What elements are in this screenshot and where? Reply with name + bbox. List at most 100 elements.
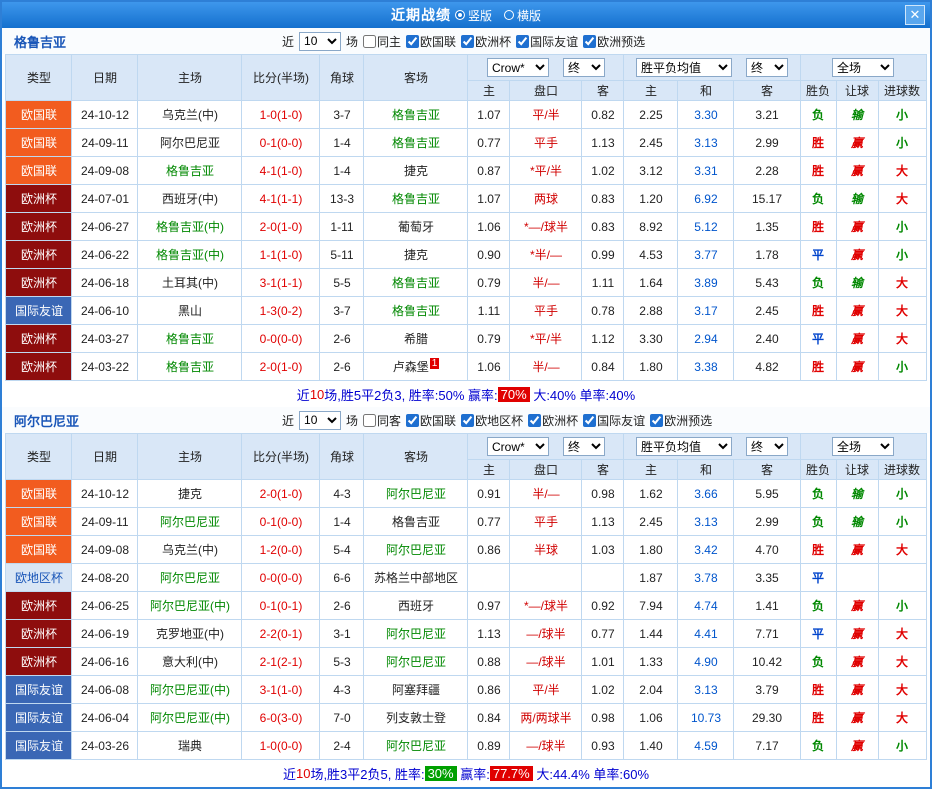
checkbox-input[interactable] [461,414,474,427]
euro-home-odds: 2.45 [624,508,678,536]
handicap-result: 输 [836,185,878,213]
match-date: 24-06-19 [72,620,138,648]
checkbox-input[interactable] [583,35,596,48]
subcol-win-loss: 胜负 [800,460,836,480]
league-type: 欧洲杯 [6,185,72,213]
match-count-select[interactable]: 10 [299,32,341,51]
euro-company-select[interactable]: 胜平负均值 [636,58,732,77]
filter-checkbox[interactable]: 同客 [363,412,401,429]
home-team: 捷克 [138,480,242,508]
match-date: 24-06-10 [72,297,138,325]
goals-over-under: 小 [878,101,926,129]
filter-checkbox[interactable]: 国际友谊 [583,412,645,429]
scope-select[interactable]: 全场 [832,58,894,77]
euro-home-odds: 2.45 [624,129,678,157]
league-type: 国际友谊 [6,297,72,325]
euro-home-odds: 2.88 [624,297,678,325]
win-loss-result: 胜 [800,213,836,241]
corner-score: 7-0 [320,704,364,732]
filter-checkbox[interactable]: 欧地区杯 [461,412,523,429]
checkbox-input[interactable] [583,414,596,427]
layout-vertical-label: 竖版 [468,7,492,24]
summary-segment: 场,胜5平2负3, 胜率:50% 赢率: [324,385,497,404]
checkbox-input[interactable] [363,414,376,427]
goals-over-under: 小 [878,353,926,381]
home-team: 阿尔巴尼亚(中) [138,676,242,704]
home-team: 乌克兰(中) [138,536,242,564]
filter-checkbox[interactable]: 欧洲杯 [528,412,578,429]
match-date: 24-10-12 [72,101,138,129]
euro-away-odds: 5.43 [734,269,800,297]
handicap-result: 赢 [836,129,878,157]
filter-checkbox[interactable]: 欧国联 [406,33,456,50]
asian-company-select[interactable]: Crow* [487,58,549,77]
near-label: 近 [282,33,294,50]
euro-away-odds: 1.41 [734,592,800,620]
checkbox-input[interactable] [516,35,529,48]
filter-checkbox[interactable]: 同主 [363,33,401,50]
asian-handicap: 平手 [510,297,582,325]
asian-handicap [510,564,582,592]
corner-score: 5-4 [320,536,364,564]
checkbox-input[interactable] [363,35,376,48]
euro-draw-odds: 3.13 [678,676,734,704]
asian-final-select[interactable]: 终 [563,437,605,456]
asian-away-odds: 0.93 [582,732,624,760]
filter-checkbox[interactable]: 国际友谊 [516,33,578,50]
home-team: 格鲁吉亚 [138,325,242,353]
team-section-0: 格鲁吉亚近10场同主欧国联欧洲杯国际友谊欧洲预选类型日期主场比分(半场)角球客场… [2,28,930,407]
euro-final-select[interactable]: 终 [746,58,788,77]
filter-checkbox[interactable]: 欧洲预选 [650,412,712,429]
asian-odds-group: Crow* 终 [468,55,624,81]
home-team: 阿尔巴尼亚 [138,508,242,536]
asian-final-select[interactable]: 终 [563,58,605,77]
match-score: 0-0(0-0) [242,564,320,592]
corner-score: 1-4 [320,157,364,185]
away-team: 格鲁吉亚 [364,297,468,325]
asian-away-odds: 1.03 [582,536,624,564]
euro-home-odds: 3.30 [624,325,678,353]
euro-draw-odds: 3.38 [678,353,734,381]
corner-score: 5-5 [320,269,364,297]
near-label: 近 [282,412,294,429]
euro-home-odds: 4.53 [624,241,678,269]
subcol-asian-line: 盘口 [510,460,582,480]
asian-handicap: 平手 [510,508,582,536]
goals-over-under: 大 [878,704,926,732]
checkbox-label: 欧洲杯 [542,412,578,429]
layout-vertical-radio[interactable]: 竖版 [455,7,492,24]
match-score: 2-1(2-1) [242,648,320,676]
layout-horizontal-radio[interactable]: 横版 [504,7,541,24]
league-type: 国际友谊 [6,732,72,760]
goals-over-under: 小 [878,241,926,269]
asian-home-odds: 1.07 [468,101,510,129]
asian-away-odds: 0.82 [582,101,624,129]
filter-checkbox[interactable]: 欧国联 [406,412,456,429]
scope-select[interactable]: 全场 [832,437,894,456]
asian-away-odds: 0.77 [582,620,624,648]
checkbox-input[interactable] [528,414,541,427]
filter-checkbox[interactable]: 欧洲预选 [583,33,645,50]
checkbox-input[interactable] [406,35,419,48]
close-button[interactable]: ✕ [905,5,925,25]
euro-draw-odds: 3.17 [678,297,734,325]
away-team: 阿尔巴尼亚 [364,480,468,508]
checkbox-input[interactable] [406,414,419,427]
euro-home-odds: 2.04 [624,676,678,704]
checkbox-input[interactable] [461,35,474,48]
euro-final-select[interactable]: 终 [746,437,788,456]
euro-company-select[interactable]: 胜平负均值 [636,437,732,456]
win-loss-result: 负 [800,101,836,129]
corner-score: 1-4 [320,129,364,157]
asian-company-select[interactable]: Crow* [487,437,549,456]
match-count-select[interactable]: 10 [299,411,341,430]
filter-checkbox[interactable]: 欧洲杯 [461,33,511,50]
checkbox-input[interactable] [650,414,663,427]
match-score: 2-0(1-0) [242,213,320,241]
euro-away-odds: 5.95 [734,480,800,508]
league-type: 欧洲杯 [6,241,72,269]
col-corner: 角球 [320,55,364,101]
handicap-result: 赢 [836,732,878,760]
euro-home-odds: 8.92 [624,213,678,241]
asian-handicap: —/球半 [510,732,582,760]
